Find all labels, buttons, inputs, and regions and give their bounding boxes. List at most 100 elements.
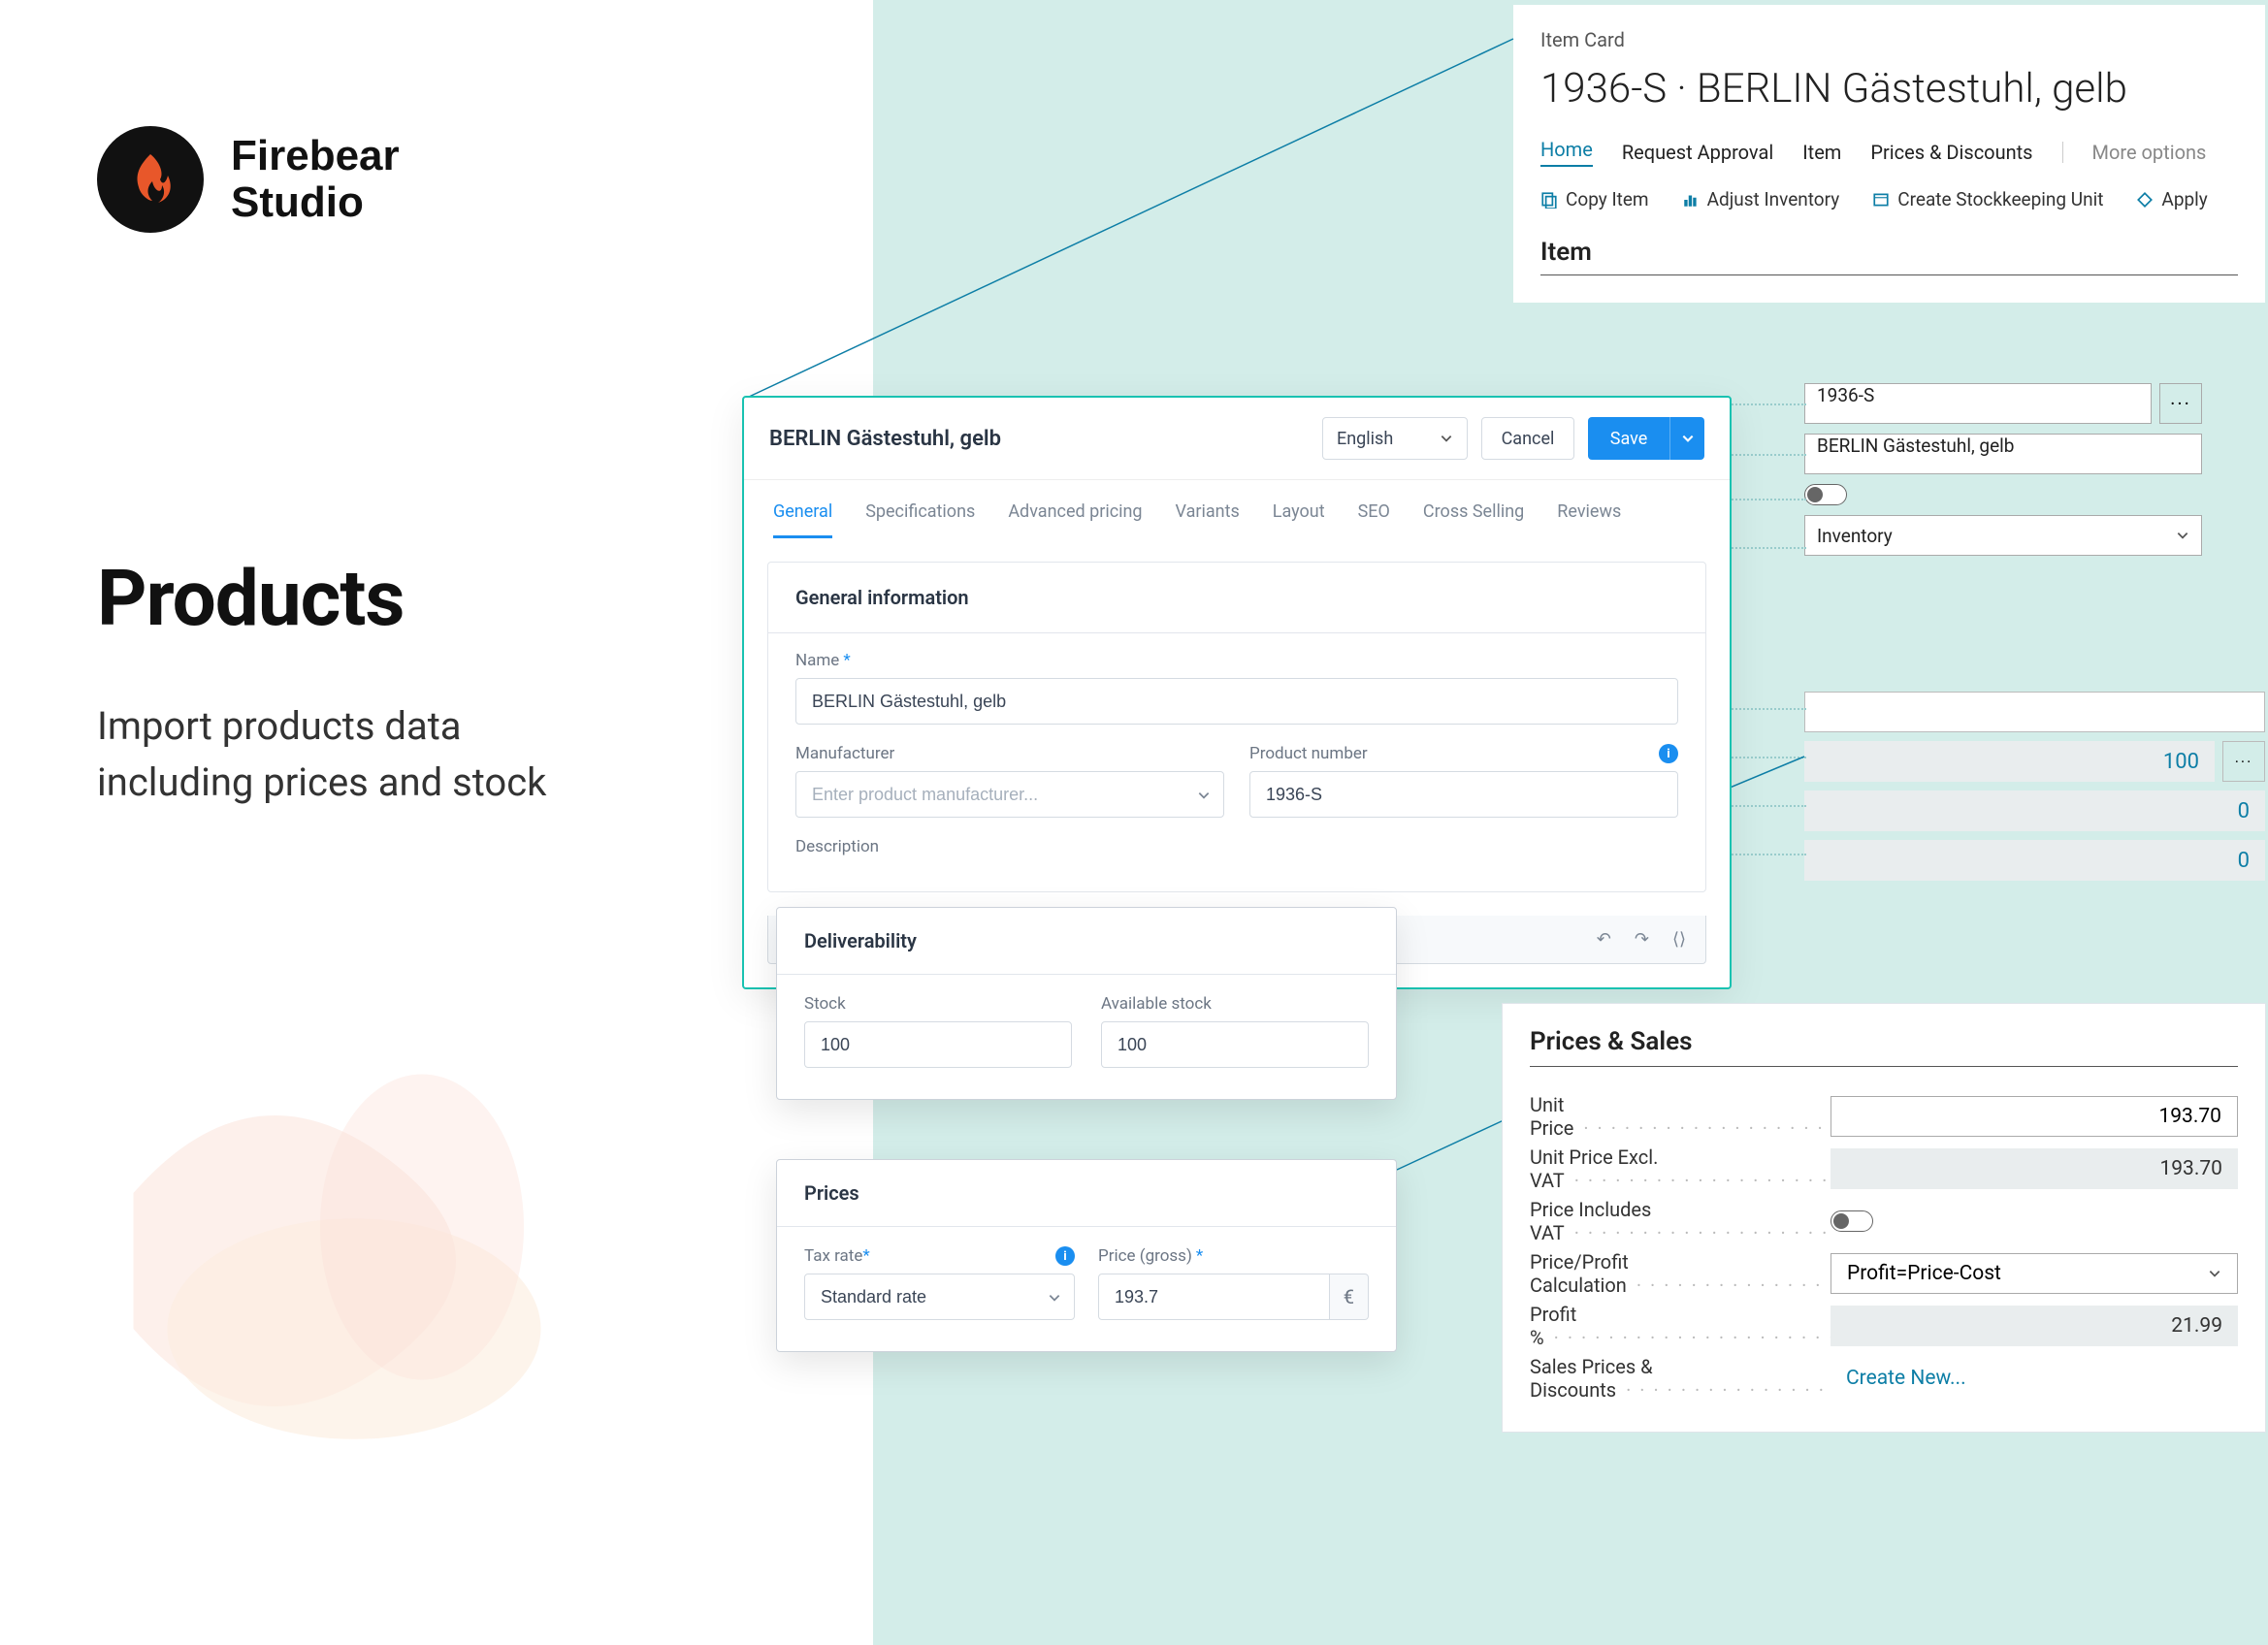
info-icon[interactable]: i xyxy=(1055,1246,1075,1266)
language-select[interactable]: English xyxy=(1322,417,1468,460)
dotted-connector xyxy=(1729,757,1806,758)
action-adjust-inventory[interactable]: Adjust Inventory xyxy=(1682,188,1840,210)
page-subtitle: Import products data including prices an… xyxy=(97,698,546,811)
profit-percent-label: Profit % xyxy=(1530,1303,1831,1349)
dotted-connector xyxy=(1729,547,1806,549)
description-label: Description xyxy=(795,837,1678,856)
logo-text: Firebear Studio xyxy=(231,133,400,227)
undo-icon[interactable]: ↶ xyxy=(1597,929,1611,950)
section-title: General information xyxy=(768,563,1705,633)
manufacturer-input[interactable] xyxy=(795,771,1224,818)
dotted-connector xyxy=(1729,708,1806,710)
chevron-down-icon xyxy=(1440,432,1453,445)
sku-icon xyxy=(1872,191,1890,209)
available-stock-input[interactable] xyxy=(1101,1021,1369,1068)
vat-toggle[interactable] xyxy=(1831,1210,1873,1232)
page-title: Products xyxy=(97,553,405,644)
vat-toggle-container xyxy=(1831,1201,2238,1242)
item-name-input[interactable]: BERLIN Gästestuhl, gelb xyxy=(1804,434,2202,474)
panel-label: Item Card xyxy=(1540,28,2238,51)
price-includes-vat-label: Price Includes VAT xyxy=(1530,1198,1831,1244)
item-title: 1936-S · BERLIN Gästestuhl, gelb xyxy=(1540,65,2238,113)
save-dropdown[interactable] xyxy=(1669,417,1704,460)
tab-item[interactable]: Item xyxy=(1802,141,1841,164)
prices-panel: Prices Tax rate* i Price (gross)* € xyxy=(776,1159,1397,1352)
save-button[interactable]: Save xyxy=(1588,417,1669,460)
sales-prices-discounts-label: Sales Prices & Discounts xyxy=(1530,1355,1831,1402)
item-value-rows: 100 ··· 0 0 xyxy=(1804,689,2265,887)
qty-more[interactable]: ··· xyxy=(2222,741,2265,782)
prices-sales-title: Prices & Sales xyxy=(1530,1027,2238,1067)
tab-advanced-pricing[interactable]: Advanced pricing xyxy=(1008,501,1142,538)
redo-icon[interactable]: ↷ xyxy=(1635,929,1649,950)
tax-rate-label: Tax rate* i xyxy=(804,1246,1075,1266)
tab-layout[interactable]: Layout xyxy=(1273,501,1325,538)
product-number-input[interactable] xyxy=(1249,771,1678,818)
brand-watermark xyxy=(0,854,776,1532)
dotted-connector xyxy=(1729,454,1806,456)
header-actions: English Cancel Save xyxy=(1322,417,1704,460)
apply-icon xyxy=(2136,191,2154,209)
item-toggle[interactable] xyxy=(1804,484,1847,505)
item-fields: 1936-S ··· BERLIN Gästestuhl, gelb Inven… xyxy=(1804,383,2202,565)
copy-icon xyxy=(1540,191,1558,209)
manufacturer-label: Manufacturer xyxy=(795,744,1224,763)
item-number-input[interactable]: 1936-S xyxy=(1804,383,2152,424)
adjust-icon xyxy=(1682,191,1700,209)
tab-request-approval[interactable]: Request Approval xyxy=(1622,141,1773,164)
deliverability-panel: Deliverability Stock Available stock xyxy=(776,907,1397,1100)
chevron-down-icon xyxy=(1048,1291,1061,1305)
section-item: Item xyxy=(1540,238,2238,275)
action-bar: Copy Item Adjust Inventory Create Stockk… xyxy=(1540,188,2238,210)
tax-rate-select[interactable] xyxy=(804,1274,1075,1320)
prices-sales-panel: Prices & Sales Unit Price 193.70 Unit Pr… xyxy=(1502,1003,2266,1433)
item-type-dropdown[interactable]: Inventory xyxy=(1804,515,2202,556)
brand-logo: Firebear Studio xyxy=(97,126,400,233)
general-info-card: General information Name* Manufacturer P… xyxy=(767,562,1706,892)
profit-percent-value: 21.99 xyxy=(1831,1306,2238,1346)
dotted-connector xyxy=(1729,403,1806,405)
action-apply[interactable]: Apply xyxy=(2136,188,2207,210)
stock-input[interactable] xyxy=(804,1021,1072,1068)
tab-variants[interactable]: Variants xyxy=(1176,501,1240,538)
tab-specifications[interactable]: Specifications xyxy=(865,501,975,538)
tab-general[interactable]: General xyxy=(773,501,832,538)
price-profit-calc-label: Price/Profit Calculation xyxy=(1530,1250,1831,1297)
info-icon[interactable]: i xyxy=(1659,744,1678,763)
item-tabs: Home Request Approval Item Prices & Disc… xyxy=(1540,138,2238,167)
qty-on-hand[interactable]: 100 xyxy=(1804,741,2215,782)
name-input[interactable] xyxy=(795,678,1678,725)
product-panel: BERLIN Gästestuhl, gelb English Cancel S… xyxy=(742,396,1732,989)
name-label: Name* xyxy=(795,651,1678,670)
item-number-more[interactable]: ··· xyxy=(2159,383,2202,424)
product-header: BERLIN Gästestuhl, gelb English Cancel S… xyxy=(744,398,1730,480)
action-create-sku[interactable]: Create Stockkeeping Unit xyxy=(1872,188,2103,210)
qty-zero-2[interactable]: 0 xyxy=(1804,840,2265,881)
tab-seo[interactable]: SEO xyxy=(1358,501,1390,538)
available-stock-label: Available stock xyxy=(1101,994,1369,1014)
tab-divider xyxy=(2062,142,2063,163)
dotted-connector xyxy=(1729,499,1806,500)
more-options[interactable]: More options xyxy=(2092,141,2207,164)
stock-label: Stock xyxy=(804,994,1072,1014)
price-gross-input[interactable] xyxy=(1098,1274,1330,1320)
tab-home[interactable]: Home xyxy=(1540,138,1593,167)
create-new-link[interactable]: Create New... xyxy=(1831,1358,2238,1399)
unit-price-excl-label: Unit Price Excl. VAT xyxy=(1530,1145,1831,1192)
action-copy-item[interactable]: Copy Item xyxy=(1540,188,1649,210)
product-tabs: General Specifications Advanced pricing … xyxy=(744,480,1730,538)
unit-price-input[interactable]: 193.70 xyxy=(1831,1096,2238,1137)
qty-zero-1[interactable]: 0 xyxy=(1804,790,2265,831)
product-number-label: Product number i xyxy=(1249,744,1678,763)
chevron-down-icon xyxy=(2176,529,2189,542)
value-empty-box[interactable] xyxy=(1804,692,2265,732)
code-icon[interactable]: ⟨⟩ xyxy=(1672,929,1686,950)
item-card-panel: Item Card 1936-S · BERLIN Gästestuhl, ge… xyxy=(1513,5,2265,303)
tab-prices-discounts[interactable]: Prices & Discounts xyxy=(1870,141,2032,164)
tab-reviews[interactable]: Reviews xyxy=(1557,501,1621,538)
cancel-button[interactable]: Cancel xyxy=(1481,417,1574,460)
chevron-down-icon xyxy=(1681,432,1695,445)
chevron-down-icon xyxy=(1197,789,1211,802)
tab-cross-selling[interactable]: Cross Selling xyxy=(1423,501,1524,538)
price-profit-calc-select[interactable]: Profit=Price-Cost xyxy=(1831,1253,2238,1294)
